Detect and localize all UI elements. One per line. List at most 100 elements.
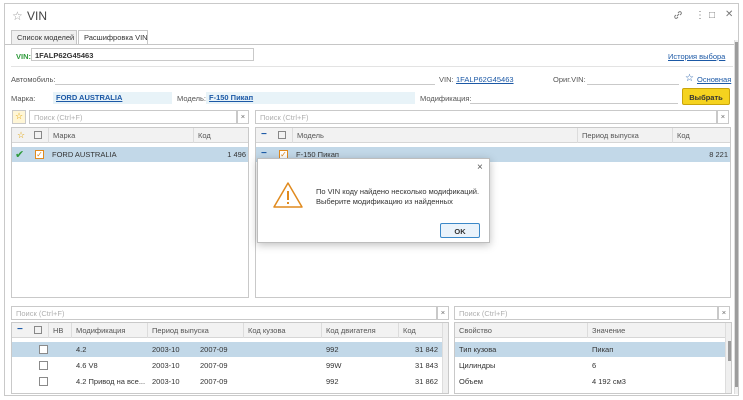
main-link[interactable]: Основная bbox=[697, 75, 731, 84]
column-header[interactable]: Модель bbox=[292, 128, 578, 143]
column-header[interactable]: Код кузова bbox=[244, 323, 322, 338]
column-header[interactable]: Значение bbox=[588, 323, 725, 338]
window-scrollbar[interactable] bbox=[734, 40, 738, 394]
property-name-cell: Объем bbox=[459, 377, 483, 386]
mod-from-cell: 2003-10 bbox=[152, 361, 180, 370]
property-search-input[interactable]: Поиск (Ctrl+F) bbox=[454, 306, 718, 320]
table-header: Свойство Значение bbox=[455, 323, 731, 338]
checkbox-icon[interactable] bbox=[34, 131, 42, 139]
column-header[interactable]: Модификация bbox=[72, 323, 148, 338]
mod-name-cell: 4.2 bbox=[76, 345, 87, 354]
mod-from-cell: 2003-10 bbox=[152, 345, 180, 354]
column-header[interactable]: Код двигателя bbox=[322, 323, 399, 338]
mod-field[interactable] bbox=[470, 103, 678, 104]
table-header: − НВ Модификация Период выпуска Код кузо… bbox=[12, 323, 448, 338]
brand-value[interactable]: FORD AUSTRALIA bbox=[56, 93, 122, 102]
checkbox-icon[interactable]: ✓ bbox=[35, 150, 44, 159]
mod-engine-cell: 992 bbox=[326, 377, 339, 386]
checkbox-icon[interactable] bbox=[39, 345, 48, 354]
table-row[interactable]: Цилиндры 6 bbox=[455, 358, 725, 373]
modification-search-input[interactable]: Поиск (Ctrl+F) bbox=[11, 306, 437, 320]
brand-code-cell: 1 496 bbox=[227, 150, 246, 159]
checkbox-icon[interactable] bbox=[34, 326, 42, 334]
model-field[interactable]: F-150 Пикап bbox=[206, 92, 415, 104]
column-header[interactable]: Код bbox=[673, 128, 730, 143]
maximize-icon[interactable]: □ bbox=[709, 10, 715, 21]
more-icon[interactable]: ⋮ bbox=[695, 10, 705, 21]
table-row[interactable]: Тип кузова Пикап bbox=[455, 342, 725, 357]
star-icon[interactable]: ☆ bbox=[12, 9, 23, 23]
favorites-star-icon[interactable]: ☆ bbox=[12, 110, 26, 124]
column-header[interactable]: Период выпуска bbox=[578, 128, 673, 143]
vin-info-link[interactable]: 1FALP62G45463 bbox=[456, 75, 514, 84]
clear-icon[interactable]: × bbox=[237, 110, 249, 124]
close-icon[interactable]: × bbox=[477, 162, 483, 173]
table-row[interactable]: Объем 4 192 см3 bbox=[455, 374, 725, 389]
column-header[interactable]: Код bbox=[399, 323, 442, 338]
brand-field[interactable]: FORD AUSTRALIA bbox=[53, 92, 172, 104]
column-header[interactable]: Код bbox=[194, 128, 248, 143]
model-label: Модель: bbox=[177, 94, 207, 103]
vin-label: VIN: bbox=[16, 52, 31, 61]
dialog-message-line2: Выберите модификацию из найденных bbox=[316, 197, 453, 206]
scrollbar-thumb[interactable] bbox=[735, 42, 738, 387]
tab-divider bbox=[5, 44, 738, 45]
scrollbar[interactable] bbox=[725, 323, 731, 393]
vin-input[interactable]: 1FALP62G45463 bbox=[31, 48, 254, 61]
column-header[interactable]: Период выпуска bbox=[148, 323, 244, 338]
car-field[interactable] bbox=[55, 84, 435, 85]
window-title: VIN bbox=[27, 9, 48, 23]
table-row[interactable]: ✔ ✓ FORD AUSTRALIA 1 496 bbox=[12, 147, 248, 162]
choose-button[interactable]: Выбрать bbox=[682, 88, 730, 105]
clear-icon[interactable]: × bbox=[437, 306, 449, 320]
scrollbar-thumb[interactable] bbox=[728, 341, 731, 361]
vin-window: ☆ VIN ⋮ □ ✕ Список моделей Расшифровка V… bbox=[4, 3, 739, 396]
table-row[interactable]: 4.2 Привод на все... 2003-10 2007-09 992… bbox=[12, 374, 442, 389]
mod-engine-cell: 99W bbox=[326, 361, 342, 370]
mod-label: Модификация: bbox=[420, 94, 472, 103]
brand-search-input[interactable]: Поиск (Ctrl+F) bbox=[29, 110, 237, 124]
column-header[interactable]: Марка bbox=[48, 128, 194, 143]
model-search-input[interactable]: Поиск (Ctrl+F) bbox=[255, 110, 717, 124]
clear-icon[interactable]: × bbox=[717, 110, 729, 124]
close-icon[interactable]: ✕ bbox=[725, 9, 733, 20]
star-icon[interactable]: ☆ bbox=[17, 130, 25, 141]
checkbox-icon[interactable] bbox=[39, 377, 48, 386]
mod-body-cell bbox=[244, 342, 322, 357]
checkbox-icon[interactable] bbox=[39, 361, 48, 370]
mod-body-cell bbox=[244, 374, 322, 389]
tab-vin-decode[interactable]: Расшифровка VIN bbox=[78, 30, 148, 45]
collapse-icon[interactable]: − bbox=[261, 129, 267, 140]
collapse-icon[interactable]: − bbox=[17, 324, 23, 335]
mod-name-cell: 4.2 Привод на все... bbox=[76, 377, 146, 386]
title-bar: ☆ VIN ⋮ □ ✕ bbox=[5, 4, 738, 30]
column-header[interactable]: НВ bbox=[48, 323, 72, 338]
divider bbox=[11, 66, 733, 67]
orig-vin-field[interactable] bbox=[587, 84, 679, 85]
link-icon[interactable] bbox=[673, 10, 683, 23]
dialog-message-line1: По VIN коду найдено несколько модификаци… bbox=[316, 187, 480, 196]
table-row[interactable]: 4.6 V8 2003-10 2007-09 99W 31 843 bbox=[12, 358, 442, 373]
ok-button[interactable]: OK bbox=[440, 223, 480, 238]
mod-to-cell: 2007-09 bbox=[200, 361, 228, 370]
table-header: − Модель Период выпуска Код bbox=[256, 128, 730, 143]
tab-model-list[interactable]: Список моделей bbox=[11, 30, 77, 44]
history-link[interactable]: История выбора bbox=[668, 52, 725, 61]
property-value-cell: 4 192 см3 bbox=[592, 377, 626, 386]
mod-code-cell: 31 843 bbox=[415, 361, 438, 370]
column-header[interactable]: Свойство bbox=[455, 323, 588, 338]
message-dialog: × По VIN коду найдено несколько модифика… bbox=[257, 158, 490, 243]
table-row[interactable]: 4.2 2003-10 2007-09 992 31 842 bbox=[12, 342, 442, 357]
clear-icon[interactable]: × bbox=[718, 306, 730, 320]
mod-engine-cell: 992 bbox=[326, 345, 339, 354]
brand-name-cell: FORD AUSTRALIA bbox=[52, 150, 117, 159]
mod-name-cell: 4.6 V8 bbox=[76, 361, 98, 370]
mod-to-cell: 2007-09 bbox=[200, 345, 228, 354]
star-icon[interactable]: ☆ bbox=[685, 73, 694, 84]
checkmark-icon: ✔ bbox=[15, 149, 25, 161]
car-label: Автомобиль: bbox=[11, 75, 56, 84]
orig-vin-label: Ориг.VIN: bbox=[553, 75, 586, 84]
checkbox-icon[interactable] bbox=[278, 131, 286, 139]
scrollbar[interactable] bbox=[442, 323, 448, 393]
model-value[interactable]: F-150 Пикап bbox=[209, 93, 253, 102]
